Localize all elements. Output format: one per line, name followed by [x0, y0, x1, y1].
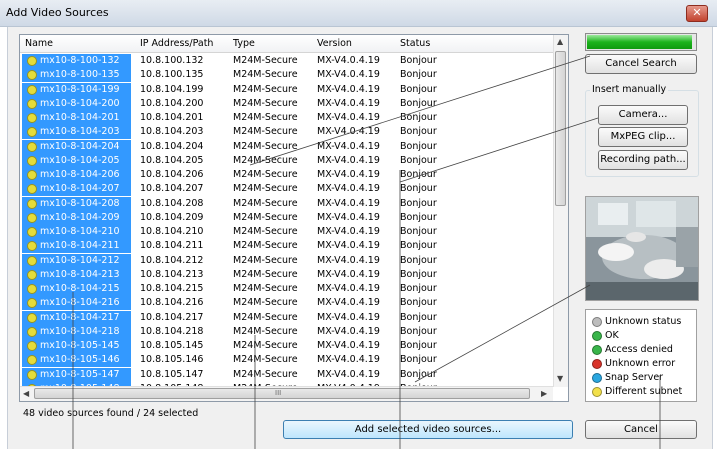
leader-line-preview — [414, 284, 591, 383]
leader-line-camera — [399, 117, 599, 183]
annotation-leader-lines — [72, 55, 661, 449]
leader-line-cancel-search — [249, 55, 591, 166]
